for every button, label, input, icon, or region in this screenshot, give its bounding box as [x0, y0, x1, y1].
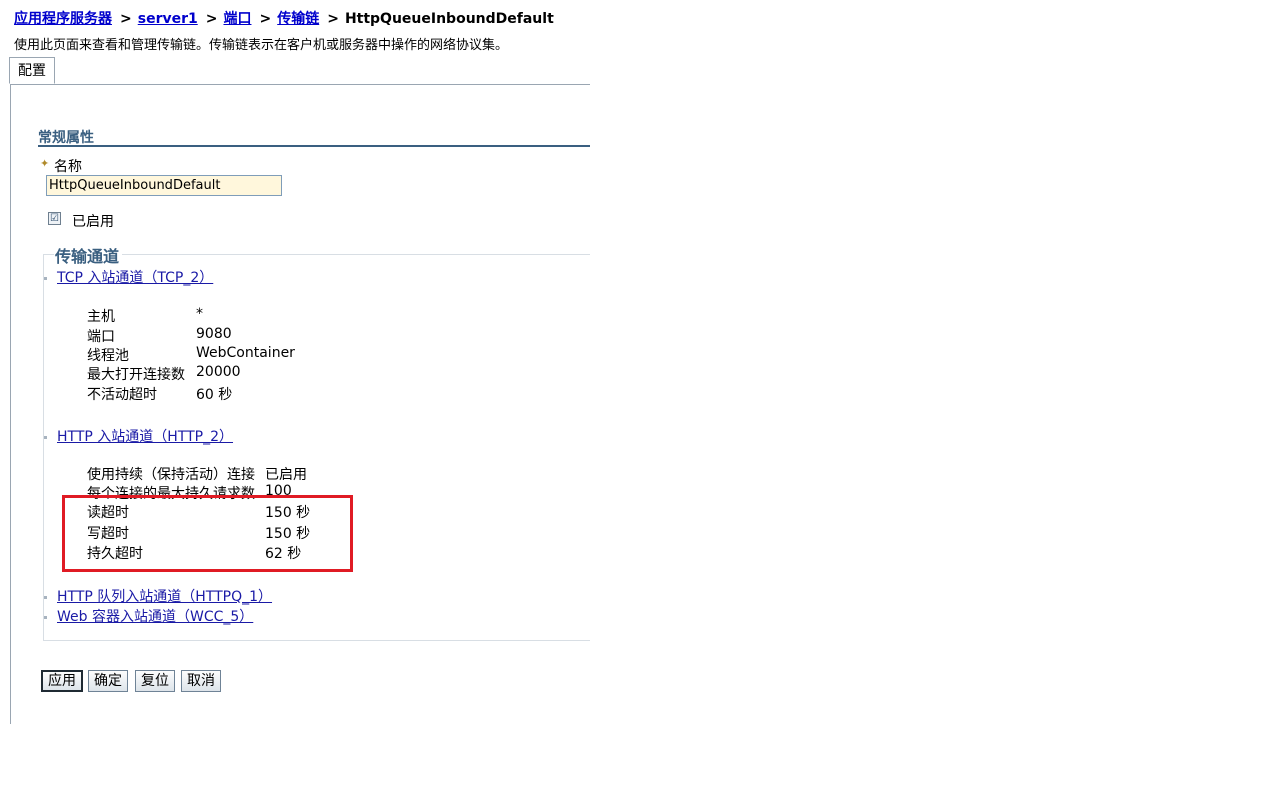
section-divider — [38, 145, 590, 147]
tcp-inactivity-timeout-label: 不活动超时 — [87, 387, 157, 403]
tcp-max-connections-label: 最大打开连接数 — [87, 367, 185, 383]
http-queue-inbound-channel-link[interactable]: HTTP 队列入站通道（HTTPQ_1） — [57, 586, 272, 606]
bullet-icon — [44, 436, 47, 439]
bullet-icon — [44, 277, 47, 280]
tcp-host-label: 主机 — [87, 309, 115, 325]
tcp-thread-pool-value: WebContainer — [196, 345, 295, 361]
general-properties-title: 常规属性 — [38, 130, 94, 146]
content-left-border — [10, 84, 11, 724]
tcp-inbound-channel-link[interactable]: TCP 入站通道（TCP_2） — [57, 267, 213, 287]
bullet-icon — [44, 596, 47, 599]
highlight-box — [62, 495, 353, 572]
cancel-button[interactable]: 取消 — [181, 670, 221, 692]
required-star-icon: ✦ — [40, 157, 50, 170]
http-keepalive-value: 已启用 — [265, 467, 307, 483]
apply-button[interactable]: 应用 — [41, 670, 83, 692]
breadcrumb-transport-chains[interactable]: 传输链 — [277, 11, 319, 27]
tcp-port-value: 9080 — [196, 326, 232, 342]
bullet-icon — [44, 616, 47, 619]
breadcrumb-app-servers[interactable]: 应用程序服务器 — [14, 11, 112, 27]
tab-configuration[interactable]: 配置 — [9, 57, 55, 84]
enabled-label: 已启用 — [72, 214, 114, 230]
enabled-checkbox[interactable]: ☑ — [48, 212, 61, 225]
breadcrumb-current: HttpQueueInboundDefault — [344, 11, 554, 27]
breadcrumb-server1[interactable]: server1 — [138, 11, 198, 27]
http-inbound-channel-link[interactable]: HTTP 入站通道（HTTP_2） — [57, 426, 233, 446]
reset-button[interactable]: 复位 — [135, 670, 175, 692]
tcp-max-connections-value: 20000 — [196, 364, 241, 380]
http-keepalive-label: 使用持续（保持活动）连接 — [87, 467, 255, 483]
web-container-inbound-channel-link[interactable]: Web 容器入站通道（WCC_5） — [57, 606, 253, 626]
breadcrumb-separator: > — [205, 11, 218, 27]
tcp-port-label: 端口 — [87, 329, 115, 345]
breadcrumb-separator: > — [327, 11, 339, 27]
breadcrumb-separator: > — [259, 11, 272, 27]
tcp-inactivity-timeout-value: 60 秒 — [196, 387, 233, 403]
transport-channels-group — [43, 254, 590, 641]
tcp-host-value: * — [196, 306, 203, 322]
tcp-thread-pool-label: 线程池 — [87, 348, 129, 364]
breadcrumb-separator: > — [120, 11, 132, 27]
breadcrumb-ports[interactable]: 端口 — [223, 11, 251, 27]
transport-channels-legend: 传输通道 — [54, 243, 123, 267]
breadcrumb: 应用程序服务器 > server1 > 端口 > 传输链 > HttpQueueInboundD… — [14, 8, 554, 28]
name-label: 名称 — [54, 159, 82, 175]
name-input[interactable] — [46, 175, 282, 196]
ok-button[interactable]: 确定 — [88, 670, 128, 692]
page-description: 使用此页面来查看和管理传输链。传输链表示在客户机或服务器中操作的网络协议集。 — [14, 38, 509, 53]
tab-bar-divider — [10, 84, 590, 85]
